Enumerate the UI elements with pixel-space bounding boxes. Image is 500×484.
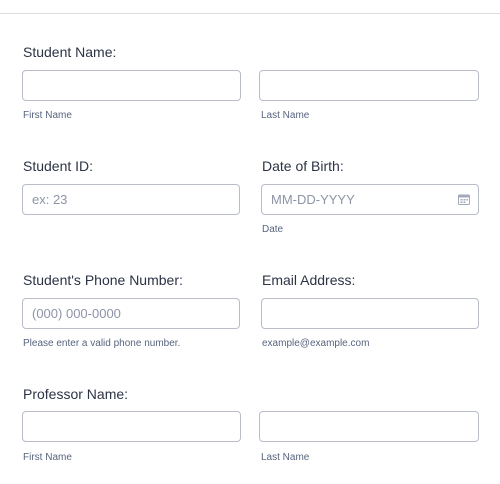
professor-last-name-sublabel: Last Name <box>261 452 310 463</box>
date-of-birth-label: Date of Birth: <box>262 158 344 174</box>
phone-input[interactable] <box>22 298 240 329</box>
student-first-name-sublabel: First Name <box>23 110 72 121</box>
professor-name-label: Professor Name: <box>23 386 129 402</box>
professor-last-name-input[interactable] <box>259 411 479 442</box>
email-label: Email Address: <box>262 272 356 288</box>
student-last-name-sublabel: Last Name <box>261 110 310 121</box>
professor-first-name-sublabel: First Name <box>23 452 72 463</box>
student-name-label: Student Name: <box>23 44 117 60</box>
email-sublabel: example@example.com <box>262 338 370 349</box>
email-input[interactable] <box>261 298 479 329</box>
student-id-label: Student ID: <box>23 158 94 174</box>
top-divider <box>0 13 500 14</box>
student-first-name-input[interactable] <box>22 70 241 101</box>
student-last-name-input[interactable] <box>259 70 479 101</box>
date-of-birth-input[interactable] <box>261 184 479 215</box>
phone-sublabel: Please enter a valid phone number. <box>23 338 181 349</box>
professor-first-name-input[interactable] <box>22 411 241 442</box>
student-id-input[interactable] <box>22 184 240 215</box>
date-of-birth-sublabel: Date <box>262 224 284 235</box>
calendar-icon[interactable] <box>458 194 470 205</box>
phone-label: Student's Phone Number: <box>23 272 183 288</box>
